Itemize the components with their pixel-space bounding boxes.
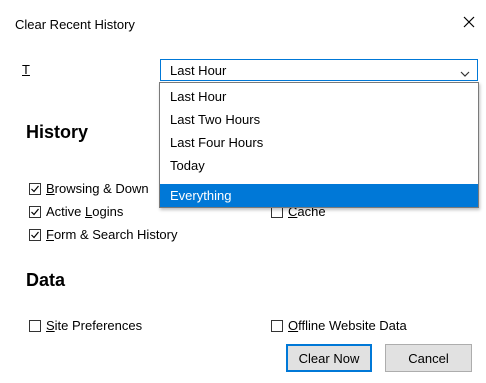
close-icon[interactable] (458, 11, 480, 33)
time-range-dropdown-list: Last Hour Last Two Hours Last Four Hours… (159, 82, 479, 208)
checkbox-box (29, 319, 41, 332)
site-preferences-checkbox[interactable]: Site Preferences (29, 318, 142, 333)
dialog-title: Clear Recent History (15, 17, 135, 32)
time-range-option-last-two-hours[interactable]: Last Two Hours (160, 108, 478, 131)
data-heading: Data (26, 270, 66, 290)
checkbox-box (271, 319, 283, 332)
offline-website-data-checkbox[interactable]: Offline Website Data (271, 318, 407, 333)
clear-now-button[interactable]: Clear Now (286, 344, 372, 372)
checkmark-icon (29, 182, 41, 195)
form-search-history-checkbox[interactable]: Form & Search History (29, 227, 178, 242)
time-range-option-last-hour[interactable]: Last Hour (160, 85, 478, 108)
offline-website-data-label: Offline Website Data (288, 318, 407, 333)
time-range-selected-value: Last Hour (170, 63, 227, 78)
checkmark-icon (29, 205, 41, 218)
active-logins-checkbox[interactable]: Active Logins (29, 204, 123, 219)
cancel-button[interactable]: Cancel (385, 344, 472, 372)
browsing-download-history-checkbox[interactable]: Browsing & Down (29, 181, 149, 196)
time-range-option-today[interactable]: Today (160, 154, 478, 177)
time-range-label: T (22, 62, 30, 77)
time-range-select[interactable]: Last Hour (160, 59, 478, 81)
active-logins-label: Active Logins (46, 204, 124, 219)
checkmark-icon (29, 228, 41, 241)
form-search-history-label: Form & Search History (46, 227, 178, 242)
time-range-option-last-four-hours[interactable]: Last Four Hours (160, 131, 478, 154)
time-range-option-everything[interactable]: Everything (160, 184, 478, 207)
site-preferences-label: Site Preferences (46, 318, 143, 333)
history-heading: History (26, 122, 89, 142)
browsing-download-history-label: Browsing & Down (46, 181, 149, 196)
chevron-down-icon (460, 66, 470, 77)
